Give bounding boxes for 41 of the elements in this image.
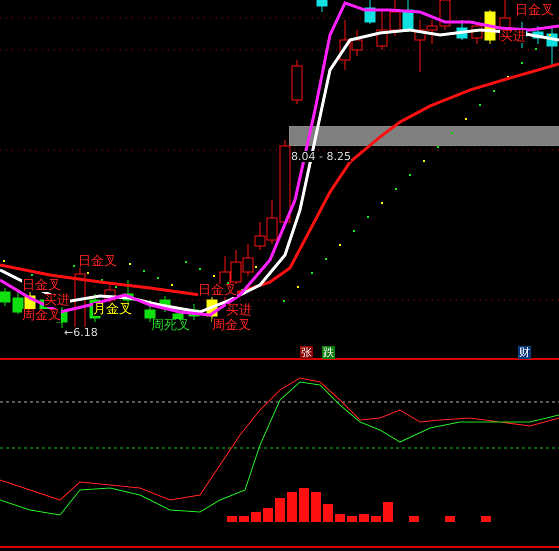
signal-label: 周死叉 xyxy=(151,319,190,332)
histogram-bar xyxy=(445,516,455,522)
candlestick xyxy=(316,0,328,12)
histogram-bar xyxy=(335,514,345,522)
signal-label: 周金叉 xyxy=(22,309,61,322)
candlestick xyxy=(532,26,544,44)
signal-label: 买进 xyxy=(226,304,252,317)
histogram-bar xyxy=(323,504,333,522)
low-price-marker: ←6.18 xyxy=(64,327,98,338)
histogram-bar xyxy=(359,514,369,522)
signal-label: 买进 xyxy=(500,30,526,43)
histogram-bar xyxy=(239,516,249,522)
histogram-bar xyxy=(481,516,491,522)
signal-label: 日金叉 xyxy=(198,284,237,297)
candlestick xyxy=(0,288,10,306)
indicator-button[interactable]: 跌 xyxy=(322,346,335,359)
signal-label: 周金叉 xyxy=(212,319,251,332)
signal-label: 日金叉 xyxy=(22,279,61,292)
candlestick xyxy=(160,296,170,312)
signal-label: 月金叉 xyxy=(93,303,132,316)
histogram-bar xyxy=(275,498,285,522)
signal-label: 日金叉 xyxy=(515,4,554,17)
price-range-label: 8.04 - 8.25 xyxy=(291,151,351,162)
histogram-bar xyxy=(299,488,309,522)
candlestick xyxy=(456,20,468,40)
candlestick xyxy=(12,290,24,314)
signal-label: 日金叉 xyxy=(78,255,117,268)
histogram-bar xyxy=(227,516,237,522)
candlestick xyxy=(292,60,302,104)
histogram-bar xyxy=(251,512,261,522)
histogram-bar xyxy=(383,502,393,522)
histogram-bar xyxy=(287,492,297,522)
signal-label: 买进 xyxy=(44,294,70,307)
histogram-bar xyxy=(347,516,357,522)
histogram-bar xyxy=(409,516,419,522)
histogram-bar xyxy=(371,516,381,522)
histogram-bar xyxy=(263,508,273,522)
indicator-button[interactable]: 财 xyxy=(518,346,531,359)
histogram-bar xyxy=(311,492,321,522)
candlestick xyxy=(242,244,254,276)
indicator-button[interactable]: 张 xyxy=(300,346,313,359)
